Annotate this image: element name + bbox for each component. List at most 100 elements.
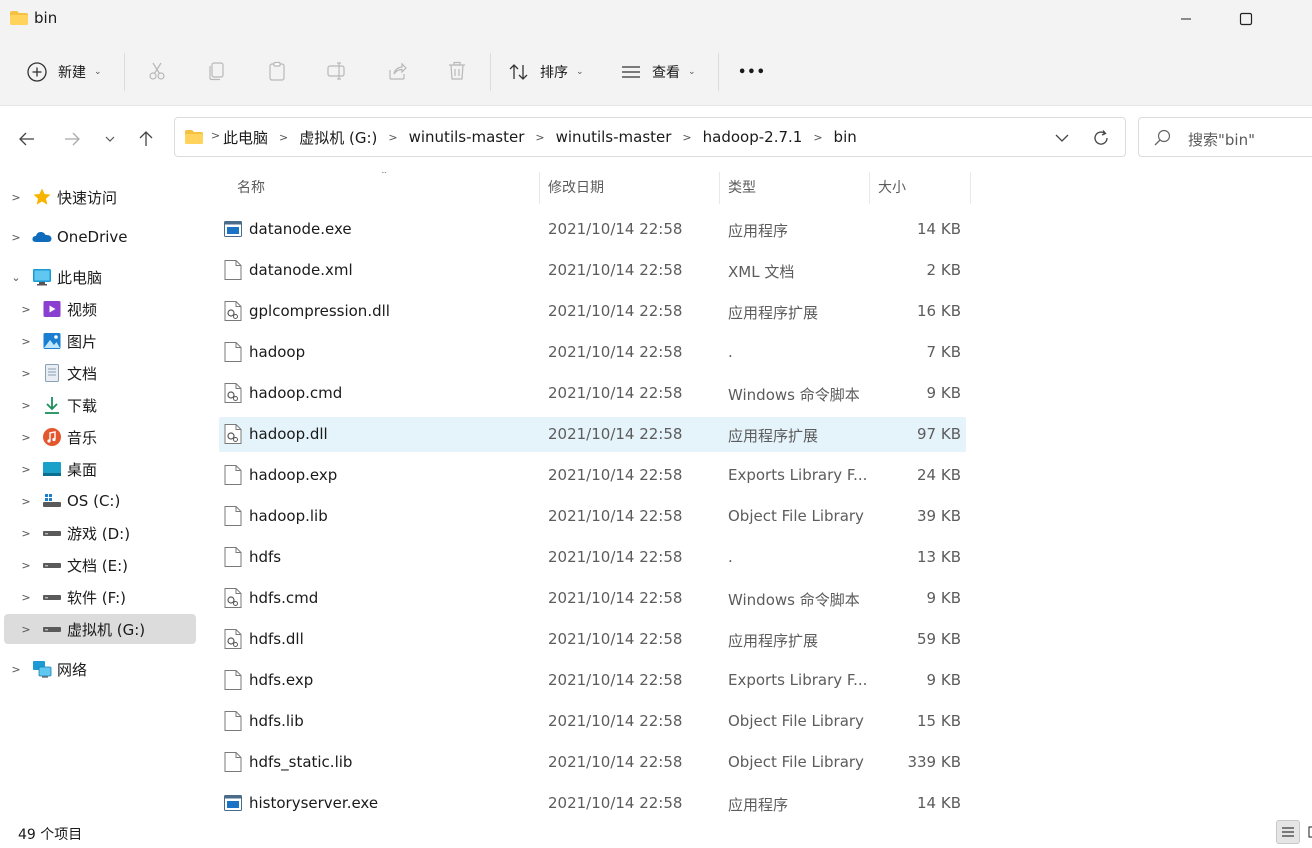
column-divider[interactable] xyxy=(970,172,971,204)
file-name: hdfs.dll xyxy=(249,630,304,648)
file-row[interactable]: historyserver.exe 2021/10/14 22:58 应用程序 14 … xyxy=(219,786,966,817)
rename-button[interactable] xyxy=(324,58,350,84)
chevron-right-icon[interactable]: > xyxy=(20,495,32,508)
chevron-right-icon[interactable]: > xyxy=(20,463,32,476)
sidebar-item-drive-e[interactable]: > 文档 (E:) xyxy=(4,550,196,580)
address-bar[interactable]: > 此电脑 > 虚拟机 (G:) > winutils-master > win… xyxy=(174,117,1126,157)
sidebar-item-drive-g[interactable]: > 虚拟机 (G:) xyxy=(4,614,196,644)
large-icons-view-button[interactable] xyxy=(1302,820,1312,844)
settings-file-icon xyxy=(224,588,242,608)
sidebar-item-label: 此电脑 xyxy=(57,268,103,287)
toolbar-divider xyxy=(718,53,719,91)
file-row[interactable]: hadoop 2021/10/14 22:58. 7 KB xyxy=(219,335,966,370)
copy-button[interactable] xyxy=(204,58,230,84)
chevron-right-icon[interactable]: > xyxy=(813,131,822,144)
view-button[interactable]: 查看 ⌄ xyxy=(620,52,696,92)
file-row[interactable]: datanode.xml 2021/10/14 22:58 XML 文档 2 KB xyxy=(219,253,966,288)
column-header-type[interactable]: 类型 xyxy=(728,172,756,202)
breadcrumb-item[interactable]: winutils-master xyxy=(409,128,525,146)
sidebar-item-drive-d[interactable]: > 游戏 (D:) xyxy=(4,518,196,548)
chevron-right-icon[interactable]: > xyxy=(20,399,32,412)
up-button[interactable] xyxy=(133,126,159,152)
file-size: 9 KB xyxy=(926,671,961,689)
sidebar-item-quick-access[interactable]: > 快速访问 xyxy=(4,182,196,212)
settings-file-icon xyxy=(224,301,242,321)
sidebar-item-this-pc[interactable]: ⌄ 此电脑 xyxy=(4,262,196,292)
chevron-right-icon[interactable]: > xyxy=(20,335,32,348)
file-row[interactable]: hdfs 2021/10/14 22:58. 13 KB xyxy=(219,540,966,575)
column-divider[interactable] xyxy=(869,172,870,204)
sidebar-item-music[interactable]: > 音乐 xyxy=(4,422,196,452)
chevron-right-icon[interactable]: > xyxy=(20,623,32,636)
sort-button[interactable]: 排序 ⌄ xyxy=(508,52,584,92)
drive-icon xyxy=(43,531,61,536)
recent-locations-button[interactable] xyxy=(97,126,123,152)
breadcrumb-item[interactable]: hadoop-2.7.1 xyxy=(703,128,803,146)
chevron-right-icon[interactable]: > xyxy=(10,231,22,244)
chevron-right-icon[interactable]: > xyxy=(20,591,32,604)
file-row[interactable]: hdfs.cmd 2021/10/14 22:58 Windows 命令脚本 9 KB xyxy=(219,581,966,616)
sidebar-item-downloads[interactable]: > 下载 xyxy=(4,390,196,420)
folder-icon xyxy=(185,130,203,144)
paste-button[interactable] xyxy=(264,58,290,84)
chevron-right-icon[interactable]: > xyxy=(279,131,288,144)
minimize-button[interactable] xyxy=(1160,0,1212,38)
address-history-button[interactable] xyxy=(1051,127,1073,149)
chevron-down-icon: ⌄ xyxy=(576,67,584,77)
chevron-right-icon[interactable]: > xyxy=(20,431,32,444)
file-row[interactable]: hdfs.exp 2021/10/14 22:58 Exports Library … xyxy=(219,663,966,698)
tiles-view-icon xyxy=(1308,826,1312,838)
share-button[interactable] xyxy=(384,58,410,84)
breadcrumb-item[interactable]: winutils-master xyxy=(556,128,672,146)
sidebar-item-videos[interactable]: > 视频 xyxy=(4,294,196,324)
file-row[interactable]: datanode.exe 2021/10/14 22:58 应用程序 14 KB xyxy=(219,212,966,247)
file-size: 24 KB xyxy=(917,466,961,484)
chevron-right-icon[interactable]: > xyxy=(682,131,691,144)
file-row[interactable]: gplcompression.dll 2021/10/14 22:58 应用程序扩展… xyxy=(219,294,966,329)
file-row[interactable]: hdfs_static.lib 2021/10/14 22:58 Object Fi… xyxy=(219,745,966,780)
more-options-button[interactable]: ••• xyxy=(738,52,766,92)
chevron-right-icon[interactable]: > xyxy=(20,303,32,316)
breadcrumb-item[interactable]: 虚拟机 (G:) xyxy=(299,127,377,148)
sidebar-item-network[interactable]: > 网络 xyxy=(4,654,196,684)
forward-button[interactable] xyxy=(59,126,85,152)
file-name: hadoop.exp xyxy=(249,466,338,484)
sidebar-item-onedrive[interactable]: > OneDrive xyxy=(4,222,196,252)
sidebar-item-desktop[interactable]: > 桌面 xyxy=(4,454,196,484)
file-row[interactable]: hdfs.dll 2021/10/14 22:58 应用程序扩展 59 KB xyxy=(219,622,966,657)
file-row[interactable]: hadoop.exp 2021/10/14 22:58 Exports Librar… xyxy=(219,458,966,493)
delete-button[interactable] xyxy=(444,58,470,84)
new-button[interactable]: 新建 ⌄ xyxy=(26,52,102,92)
refresh-button[interactable] xyxy=(1089,126,1113,150)
chevron-down-icon[interactable]: ⌄ xyxy=(10,271,22,284)
sidebar-item-documents[interactable]: > 文档 xyxy=(4,358,196,388)
file-row[interactable]: hadoop.lib 2021/10/14 22:58 Object File Li… xyxy=(219,499,966,534)
sidebar-item-pictures[interactable]: > 图片 xyxy=(4,326,196,356)
chevron-right-icon[interactable]: > xyxy=(535,131,544,144)
column-header-date[interactable]: 修改日期 xyxy=(548,172,604,202)
back-button[interactable] xyxy=(14,126,40,152)
breadcrumb-item[interactable]: bin xyxy=(834,128,857,146)
details-view-button[interactable] xyxy=(1276,820,1300,844)
chevron-right-icon[interactable]: > xyxy=(20,367,32,380)
column-header-size[interactable]: 大小 xyxy=(878,172,906,202)
cut-button[interactable] xyxy=(144,58,170,84)
sidebar-item-drive-c[interactable]: > OS (C:) xyxy=(4,486,196,516)
chevron-right-icon[interactable]: > xyxy=(20,559,32,572)
sidebar-item-label: 文档 xyxy=(67,364,98,383)
column-divider[interactable] xyxy=(539,172,540,204)
sidebar-item-drive-f[interactable]: > 软件 (F:) xyxy=(4,582,196,612)
column-header-name[interactable]: 名称 xyxy=(237,172,265,202)
chevron-right-icon[interactable]: > xyxy=(10,663,22,676)
breadcrumb-item[interactable]: 此电脑 xyxy=(223,127,268,148)
file-row[interactable]: hdfs.lib 2021/10/14 22:58 Object File Libr… xyxy=(219,704,966,739)
file-row[interactable]: hadoop.cmd 2021/10/14 22:58 Windows 命令脚本 9 … xyxy=(219,376,966,411)
sidebar-item-label: 文档 (E:) xyxy=(67,556,129,575)
column-divider[interactable] xyxy=(719,172,720,204)
search-input[interactable]: 搜索"bin" xyxy=(1138,117,1312,157)
file-row[interactable]: hadoop.dll 2021/10/14 22:58 应用程序扩展 97 KB xyxy=(219,417,966,452)
chevron-right-icon[interactable]: > xyxy=(20,527,32,540)
chevron-right-icon[interactable]: > xyxy=(10,191,22,204)
chevron-right-icon[interactable]: > xyxy=(388,131,397,144)
maximize-button[interactable] xyxy=(1220,0,1272,38)
